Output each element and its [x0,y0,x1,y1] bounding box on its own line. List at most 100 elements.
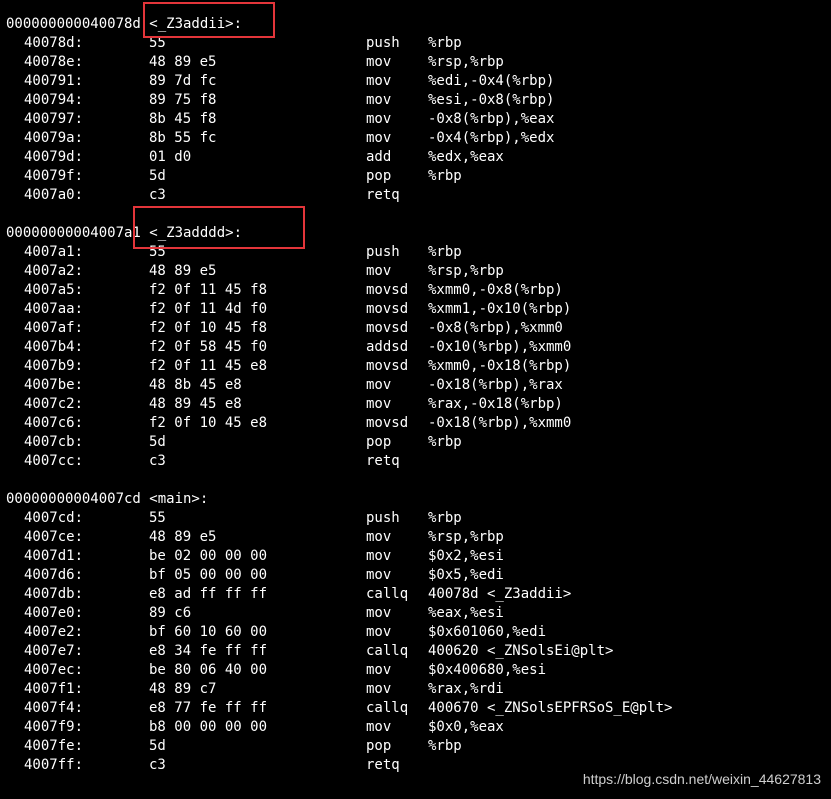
instruction-row: 40079f: 5d pop %rbp [0,167,831,186]
instruction-bytes: e8 77 fe ff ff [149,700,268,716]
instruction-address: 4007a2: [24,263,84,279]
instruction-address: 4007e2: [24,624,84,640]
instruction-bytes: e8 34 fe ff ff [149,643,268,659]
instruction-row: 4007fe: 5d pop %rbp [0,737,831,756]
instruction-row: 40078d: 55 push %rbp [0,34,831,53]
instruction-bytes: be 02 00 00 00 [149,548,268,564]
instruction-mnemonic: pop [366,168,392,184]
instruction-row: 4007a1: 55 push %rbp [0,243,831,262]
instruction-address: 4007d1: [24,548,84,564]
instruction-address: 40079f: [24,168,84,184]
instruction-address: 4007aa: [24,301,84,317]
terminal-output: 000000000040078d <_Z3addii>: 40078d: 55 pus… [0,0,831,799]
instruction-mnemonic: callq [366,586,409,602]
instruction-address: 4007cc: [24,453,84,469]
instruction-address: 4007c2: [24,396,84,412]
instruction-bytes: c3 [149,453,166,469]
instruction-address: 4007c6: [24,415,84,431]
instruction-row: 4007f4: e8 77 fe ff ff callq 400670 <_ZNSol… [0,699,831,718]
instruction-operands: %xmm0,-0x8(%rbp) [428,282,563,298]
instruction-address: 400791: [24,73,84,89]
instruction-row: 400791: 89 7d fc mov %edi,-0x4(%rbp) [0,72,831,91]
instruction-operands: %rbp [428,168,462,184]
instruction-row: 400797: 8b 45 f8 mov -0x8(%rbp),%eax [0,110,831,129]
instruction-operands: %edx,%eax [428,149,504,165]
instruction-bytes: 89 7d fc [149,73,217,89]
instruction-mnemonic: pop [366,738,392,754]
instruction-mnemonic: retq [366,453,400,469]
instruction-address: 4007be: [24,377,84,393]
instruction-address: 4007fe: [24,738,84,754]
instruction-bytes: 55 [149,510,166,526]
instruction-mnemonic: pop [366,434,392,450]
instruction-operands: -0x18(%rbp),%rax [428,377,563,393]
instruction-address: 4007ec: [24,662,84,678]
instruction-mnemonic: callq [366,643,409,659]
instruction-row: 4007a0: c3 retq [0,186,831,205]
instruction-row: 4007c6: f2 0f 10 45 e8 movsd -0x18(%rbp),%x… [0,414,831,433]
instruction-bytes: f2 0f 11 45 f8 [149,282,268,298]
instruction-bytes: c3 [149,187,166,203]
instruction-mnemonic: movsd [366,415,409,431]
instruction-mnemonic: mov [366,377,392,393]
instruction-operands: -0x4(%rbp),%edx [428,130,555,146]
instruction-mnemonic: mov [366,73,392,89]
instruction-bytes: 89 75 f8 [149,92,217,108]
instruction-row: 40079a: 8b 55 fc mov -0x4(%rbp),%edx [0,129,831,148]
instruction-bytes: 89 c6 [149,605,192,621]
instruction-operands: $0x400680,%esi [428,662,547,678]
instruction-bytes: f2 0f 58 45 f0 [149,339,268,355]
instruction-mnemonic: mov [366,130,392,146]
highlight-box-adddd [133,206,305,249]
instruction-bytes: 48 89 e5 [149,263,217,279]
instruction-bytes: b8 00 00 00 00 [149,719,268,735]
instruction-address: 4007ff: [24,757,84,773]
instruction-row: 4007d6: bf 05 00 00 00 mov $0x5,%edi [0,566,831,585]
instruction-operands: $0x5,%edi [428,567,504,583]
instruction-row: 4007a2: 48 89 e5 mov %rsp,%rbp [0,262,831,281]
instruction-mnemonic: mov [366,54,392,70]
instruction-row: 4007cd: 55 push %rbp [0,509,831,528]
function-header: 00000000004007cd <main>: [6,491,209,507]
instruction-mnemonic: mov [366,605,392,621]
instruction-mnemonic: mov [366,92,392,108]
instruction-bytes: bf 60 10 60 00 [149,624,268,640]
instruction-address: 400797: [24,111,84,127]
instruction-mnemonic: retq [366,187,400,203]
instruction-address: 4007e7: [24,643,84,659]
instruction-row: 4007aa: f2 0f 11 4d f0 movsd %xmm1,-0x10(%r… [0,300,831,319]
instruction-address: 4007a0: [24,187,84,203]
instruction-bytes: bf 05 00 00 00 [149,567,268,583]
instruction-mnemonic: mov [366,548,392,564]
instruction-address: 400794: [24,92,84,108]
instruction-operands: %rax,%rdi [428,681,504,697]
instruction-mnemonic: push [366,244,400,260]
instruction-operands: %rsp,%rbp [428,263,504,279]
instruction-address: 4007cd: [24,510,84,526]
instruction-bytes: f2 0f 10 45 f8 [149,320,268,336]
instruction-operands: %rbp [428,738,462,754]
instruction-row: 4007cb: 5d pop %rbp [0,433,831,452]
instruction-row: 4007db: e8 ad ff ff ff callq 40078d <_Z3add… [0,585,831,604]
instruction-bytes: c3 [149,757,166,773]
instruction-row: 4007af: f2 0f 10 45 f8 movsd -0x8(%rbp),%xm… [0,319,831,338]
instruction-mnemonic: push [366,510,400,526]
instruction-address: 4007b9: [24,358,84,374]
instruction-mnemonic: push [366,35,400,51]
instruction-address: 4007f1: [24,681,84,697]
instruction-operands: 400670 <_ZNSolsEPFRSoS_E@plt> [428,700,673,716]
instruction-row: 4007be: 48 8b 45 e8 mov -0x18(%rbp),%rax [0,376,831,395]
instruction-bytes: be 80 06 40 00 [149,662,268,678]
instruction-bytes: f2 0f 11 45 e8 [149,358,268,374]
instruction-operands: -0x8(%rbp),%xmm0 [428,320,563,336]
instruction-operands: %rsp,%rbp [428,54,504,70]
instruction-address: 4007b4: [24,339,84,355]
instruction-address: 4007ce: [24,529,84,545]
instruction-row: 4007e2: bf 60 10 60 00 mov $0x601060,%edi [0,623,831,642]
instruction-bytes: f2 0f 11 4d f0 [149,301,268,317]
instruction-bytes: 8b 45 f8 [149,111,217,127]
instruction-row: 4007cc: c3 retq [0,452,831,471]
instruction-operands: -0x10(%rbp),%xmm0 [428,339,572,355]
instruction-mnemonic: mov [366,662,392,678]
instruction-bytes: 5d [149,434,166,450]
